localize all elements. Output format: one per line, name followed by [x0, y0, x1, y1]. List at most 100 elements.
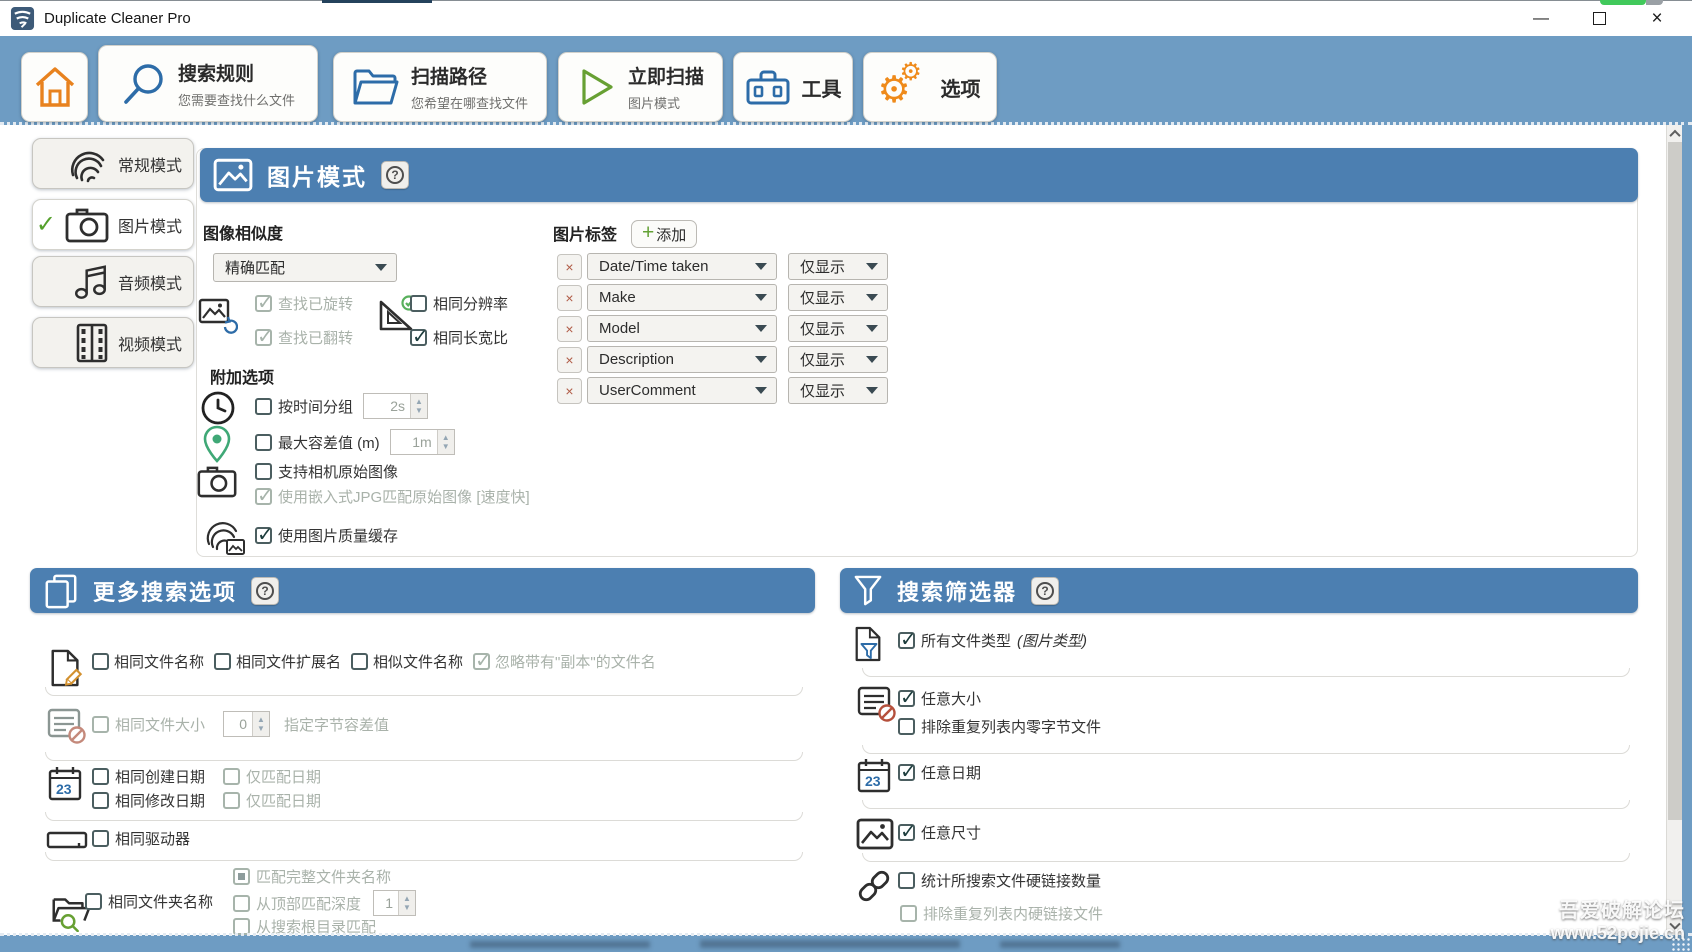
tag-mode-dropdown[interactable]: 仅显示: [788, 284, 888, 311]
same-drive-checkbox[interactable]: [92, 830, 109, 847]
tag-dropdown[interactable]: Make: [587, 284, 777, 311]
add-tag-label: 添加: [656, 224, 686, 245]
help-button[interactable]: ?: [381, 161, 409, 189]
count-hardlinks-label: 统计所搜索文件硬链接数量: [921, 870, 1101, 891]
sidebar-item-video-mode[interactable]: 视频模式: [32, 317, 194, 368]
any-date-checkbox[interactable]: [898, 764, 915, 781]
find-rotated-checkbox[interactable]: [255, 295, 272, 312]
search-filters-header: 搜索筛选器 ?: [840, 568, 1638, 613]
tag-row: × Make 仅显示: [557, 284, 888, 311]
same-created-checkbox[interactable]: [92, 768, 109, 785]
same-resolution-checkbox[interactable]: [410, 295, 427, 312]
row-divider: [45, 687, 803, 696]
tag-mode-dropdown[interactable]: 仅显示: [788, 253, 888, 280]
remove-tag-button[interactable]: ×: [557, 285, 582, 311]
embedded-jpg-row: 使用嵌入式JPG匹配原始图像 [速度快]: [255, 486, 530, 507]
same-extension-checkbox[interactable]: [214, 653, 231, 670]
camera-raw-row: 支持相机原始图像: [255, 461, 398, 482]
same-created-row: 相同创建日期 仅匹配日期: [92, 766, 321, 787]
similarity-section-label: 图像相似度: [203, 220, 283, 244]
same-aspect-checkbox[interactable]: [410, 329, 427, 346]
max-tolerance-spinner[interactable]: 1m: [390, 429, 455, 455]
ignore-copy-checkbox[interactable]: [473, 653, 490, 670]
match-full-folder-checkbox[interactable]: [233, 868, 250, 885]
embedded-jpg-checkbox[interactable]: [255, 488, 272, 505]
modified-date-only-checkbox[interactable]: [223, 792, 240, 809]
bottom-divider: [0, 933, 1692, 936]
help-button[interactable]: ?: [1031, 577, 1059, 605]
similar-filename-checkbox[interactable]: [351, 653, 368, 670]
sidebar-item-audio-mode[interactable]: 音频模式: [32, 256, 194, 307]
match-depth-checkbox[interactable]: [233, 895, 250, 912]
same-aspect-row: 相同长宽比: [410, 327, 508, 348]
play-icon: [577, 65, 617, 109]
tag-mode-dropdown[interactable]: 仅显示: [788, 315, 888, 342]
mode-label: 视频模式: [118, 331, 182, 355]
same-filename-checkbox[interactable]: [92, 653, 109, 670]
remove-tag-button[interactable]: ×: [557, 316, 582, 342]
chevron-down-icon: [755, 294, 767, 301]
all-file-types-checkbox[interactable]: [898, 632, 915, 649]
close-button[interactable]: ×: [1628, 1, 1686, 36]
chevron-down-icon: [755, 263, 767, 270]
tab-search-rules[interactable]: 搜索规则 您需要查找什么文件: [98, 45, 318, 122]
max-tolerance-checkbox[interactable]: [255, 434, 272, 451]
tab-tools[interactable]: 工具: [733, 52, 853, 122]
group-by-time-spinner[interactable]: 2s: [363, 393, 428, 419]
exclude-hardlinks-checkbox[interactable]: [900, 905, 917, 922]
quality-cache-checkbox[interactable]: [255, 527, 272, 544]
created-date-only-checkbox[interactable]: [223, 768, 240, 785]
chevron-down-icon: [755, 387, 767, 394]
any-size-checkbox[interactable]: [898, 690, 915, 707]
add-tag-button[interactable]: + 添加: [631, 220, 697, 248]
tag-mode-dropdown[interactable]: 仅显示: [788, 377, 888, 404]
same-modified-checkbox[interactable]: [92, 792, 109, 809]
row-divider: [862, 853, 1630, 862]
tag-dropdown[interactable]: UserComment: [587, 377, 777, 404]
tab-scan-paths[interactable]: 扫描路径 您希望在哪查找文件: [333, 52, 547, 122]
tag-dropdown[interactable]: Date/Time taken: [587, 253, 777, 280]
tab-scan-now[interactable]: 立即扫描 图片模式: [558, 52, 723, 122]
similarity-dropdown[interactable]: 精确匹配: [213, 253, 397, 282]
all-file-types-note: (图片类型): [1017, 630, 1087, 651]
remove-tag-button[interactable]: ×: [557, 347, 582, 373]
minimize-button[interactable]: —: [1512, 1, 1570, 36]
fingerprint-icon: [67, 145, 109, 183]
tag-mode-dropdown[interactable]: 仅显示: [788, 346, 888, 373]
find-rotated-label: 查找已旋转: [278, 293, 353, 314]
any-date-label: 任意日期: [921, 762, 981, 783]
exclude-zero-byte-checkbox[interactable]: [898, 718, 915, 735]
remove-tag-button[interactable]: ×: [557, 254, 582, 280]
help-button[interactable]: ?: [251, 577, 279, 605]
tab-options[interactable]: 选项: [863, 52, 997, 122]
any-dimensions-checkbox[interactable]: [898, 824, 915, 841]
scrollbar-thumb[interactable]: [1668, 142, 1682, 820]
maximize-button[interactable]: [1570, 1, 1628, 36]
match-depth-spinner[interactable]: 1: [373, 890, 416, 916]
byte-tolerance-spinner[interactable]: 0: [223, 711, 270, 737]
chevron-down-icon: [755, 356, 767, 363]
tag-dropdown[interactable]: Description: [587, 346, 777, 373]
row-divider: [862, 800, 1630, 809]
scroll-up-button[interactable]: [1667, 125, 1683, 142]
image-icon: [213, 158, 253, 192]
same-size-checkbox[interactable]: [92, 716, 109, 733]
group-by-time-checkbox[interactable]: [255, 398, 272, 415]
watermark-line2: www.52pojie.cn: [1551, 923, 1685, 945]
sidebar-item-image-mode[interactable]: 图片模式: [32, 199, 194, 250]
scrollbar[interactable]: [1666, 125, 1682, 935]
sidebar-item-normal-mode[interactable]: 常规模式: [32, 138, 194, 189]
screen-top-green-fragment: [1600, 0, 1646, 5]
same-folder-checkbox[interactable]: [85, 893, 102, 910]
find-flipped-checkbox[interactable]: [255, 329, 272, 346]
remove-tag-button[interactable]: ×: [557, 378, 582, 404]
spinner-up-icon: [403, 895, 411, 903]
same-aspect-label: 相同长宽比: [433, 327, 508, 348]
svg-text:23: 23: [865, 773, 881, 789]
window-title: Duplicate Cleaner Pro: [44, 10, 191, 27]
max-tolerance-label: 最大容差值 (m): [278, 432, 380, 453]
count-hardlinks-checkbox[interactable]: [898, 872, 915, 889]
camera-raw-checkbox[interactable]: [255, 463, 272, 480]
tab-home[interactable]: [21, 52, 88, 122]
tag-dropdown[interactable]: Model: [587, 315, 777, 342]
